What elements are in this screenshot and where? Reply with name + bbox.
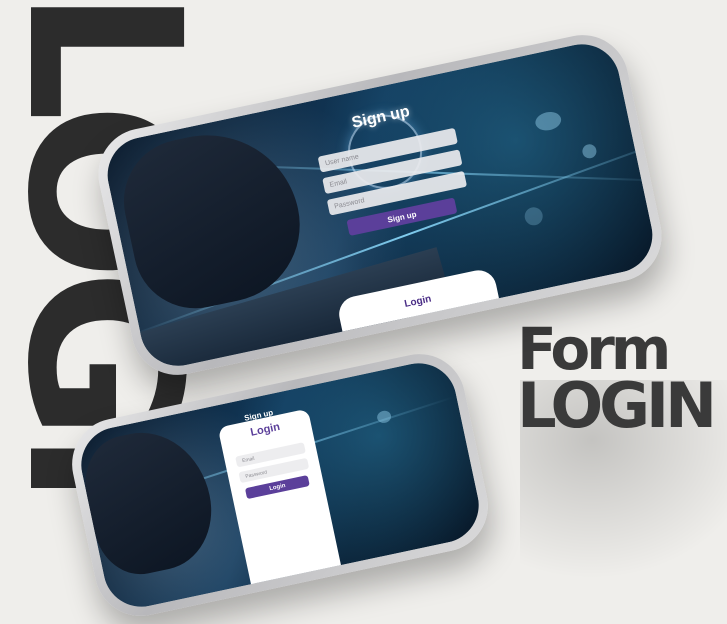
login-title: Login (249, 420, 282, 439)
signup-panel: Sign up User name Email Password Sign up (301, 92, 482, 241)
headline: Form LOGIN (517, 320, 717, 443)
headline-line-2: LOGIN (517, 369, 717, 443)
signup-title: Sign up (350, 103, 412, 132)
